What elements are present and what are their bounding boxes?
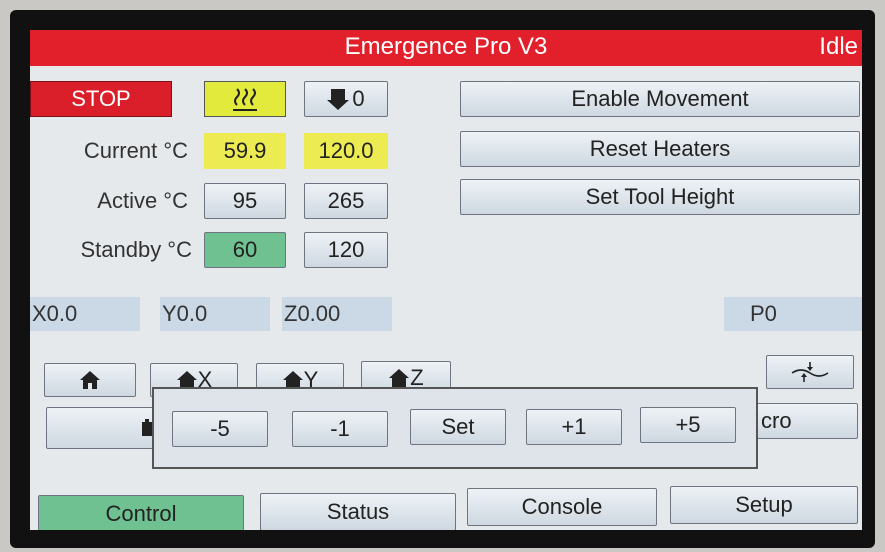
standby-temp-label: Standby °C	[80, 237, 192, 262]
plus-1-button[interactable]: +1	[526, 409, 622, 445]
current-temp-tool: 120.0	[304, 133, 388, 169]
heater-icon	[231, 86, 259, 112]
fan-button[interactable]: 0	[304, 81, 388, 117]
bed-compensation-icon	[790, 361, 830, 383]
fan-icon	[327, 87, 350, 111]
tab-status[interactable]: Status	[260, 493, 456, 530]
active-temp-label: Active °C	[97, 188, 188, 213]
active-temp-bed-input[interactable]: 95	[204, 183, 286, 219]
tab-console[interactable]: Console	[467, 488, 657, 526]
x-position: X0.0	[30, 297, 140, 331]
stop-button[interactable]: STOP	[30, 81, 172, 117]
touch-screen: Emergence Pro V3 Idle STOP 0 Enable Move…	[30, 30, 862, 530]
bed-compensation-button[interactable]	[766, 355, 854, 389]
minus-1-button[interactable]: -1	[292, 411, 388, 447]
home-all-button[interactable]	[44, 363, 136, 397]
current-temp-label: Current °C	[83, 138, 188, 163]
minus-5-button[interactable]: -5	[172, 411, 268, 447]
set-button[interactable]: Set	[410, 409, 506, 445]
app-title: Emergence Pro V3	[344, 33, 548, 60]
enable-movement-button[interactable]: Enable Movement	[460, 81, 860, 117]
current-temp-bed: 59.9	[204, 133, 286, 169]
heater-toggle-button[interactable]	[204, 81, 286, 117]
p-position: P0	[724, 297, 862, 331]
fan-value: 0	[352, 86, 365, 111]
active-temp-tool-input[interactable]: 265	[304, 183, 388, 219]
reset-heaters-button[interactable]: Reset Heaters	[460, 131, 860, 167]
standby-temp-tool-input[interactable]: 120	[304, 232, 388, 268]
y-position: Y0.0	[160, 297, 270, 331]
standby-temp-bed-input[interactable]: 60	[204, 232, 286, 268]
home-icon	[79, 370, 101, 390]
adjust-popup: -5 -1 Set +1 +5	[152, 387, 758, 469]
macro-button-label: cro	[761, 408, 792, 433]
title-bar: Emergence Pro V3 Idle	[30, 30, 862, 66]
home-icon	[388, 368, 410, 388]
plus-5-button[interactable]: +5	[640, 407, 736, 443]
tab-setup[interactable]: Setup	[670, 486, 858, 524]
tab-control[interactable]: Control	[38, 495, 244, 530]
z-position: Z0.00	[282, 297, 392, 331]
set-tool-height-button[interactable]: Set Tool Height	[460, 179, 860, 215]
machine-status: Idle	[819, 33, 858, 60]
